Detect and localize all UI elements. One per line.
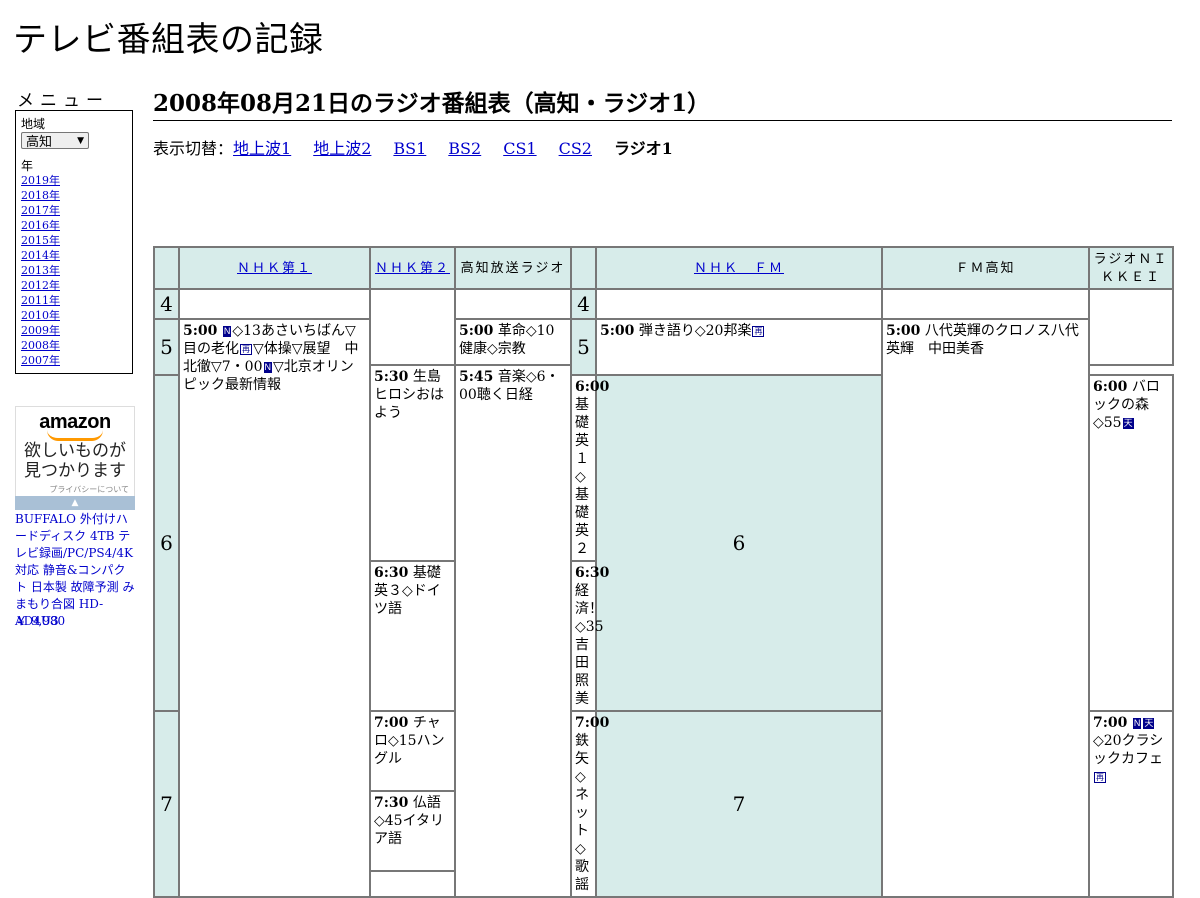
news-mark-icon: N — [1132, 718, 1142, 729]
menu-box: 地域 高知 ▼ 年 2019年 2018年 2017年 2016年 2015年 … — [15, 110, 133, 374]
program-cell-empty — [1088, 288, 1174, 366]
table-row: 4 4 — [153, 288, 1174, 366]
channel-header-rkc: 高知放送ラジオ — [454, 246, 572, 290]
ad-collapse-bar[interactable]: ▲ — [15, 496, 135, 510]
year-link-2016[interactable]: 2016年 — [21, 218, 127, 233]
hour-header-left — [153, 246, 180, 290]
program-rkc-0630[interactable]: 6:30 経済！◇35吉田照美 — [570, 560, 609, 712]
year-link-2018[interactable]: 2018年 — [21, 188, 127, 203]
rerun-mark-icon: 再 — [1094, 772, 1106, 783]
chevron-up-icon: ▲ — [71, 498, 79, 508]
year-label: 年 — [21, 159, 34, 173]
channel-header-nhkfm: ＮＨＫ ＦＭ — [595, 246, 883, 290]
hour-cell-6-right: 6 — [595, 374, 883, 712]
program-nhk2-0600[interactable]: 6:00 基礎英１◇基礎英２ — [570, 374, 609, 562]
weather-mark-icon: 天 — [1122, 418, 1134, 429]
program-fmkochi-0500[interactable]: 5:00 八代英輝のクロノス八代英輝 中田美香 — [881, 318, 1090, 898]
view-switcher: 表示切替：地上波1 地上波2 BS1 BS2 CS1 CS2 ラジオ1 — [153, 135, 673, 159]
amazon-ad[interactable]: amazon 欲しいものが 見つかります プライバシーについて ▲ — [15, 406, 135, 510]
ad-text-line1: 欲しいものが — [24, 441, 126, 460]
program-cell-empty — [881, 288, 1090, 320]
switch-link-terrestrial1[interactable]: 地上波1 — [233, 139, 291, 158]
program-cell-empty — [369, 288, 456, 366]
hour-cell-6: 6 — [153, 374, 180, 712]
year-link-2007[interactable]: 2007年 — [21, 353, 127, 368]
hour-cell-5: 5 — [153, 318, 180, 376]
chevron-down-icon: ▼ — [77, 135, 84, 146]
region-select-value: 高知 — [26, 135, 53, 150]
ad-text-line2: 見つかります — [24, 461, 126, 480]
news-mark-icon: N — [222, 326, 232, 337]
ad-product-price: ￥ 9,980 — [15, 614, 66, 628]
program-nhk2-0730[interactable]: 7:30 仏語◇45イタリア語 — [369, 790, 456, 873]
program-nhk2-0630[interactable]: 6:30 基礎英３◇ドイツ語 — [369, 560, 456, 712]
program-nhk1-0500[interactable]: 5:00 N ◇13あさいちばん▽目の老化再 ▽体操▽展望 中北徹▽7・00 N ▽北京… — [178, 318, 371, 898]
channel-link-nhk2[interactable]: ＮＨＫ第２ — [375, 260, 450, 275]
year-link-2010[interactable]: 2010年 — [21, 308, 127, 323]
year-link-2012[interactable]: 2012年 — [21, 278, 127, 293]
year-link-2014[interactable]: 2014年 — [21, 248, 127, 263]
switch-link-cs2[interactable]: CS2 — [559, 139, 592, 158]
switch-current-radio1: ラジオ1 — [613, 139, 673, 158]
program-nhk2-0700[interactable]: 7:00 チャロ◇15ハングル — [369, 709, 456, 793]
channel-header-nikkei: ラジオＮＩＫＫＥＩ — [1088, 246, 1174, 290]
site-title: テレビ番組表の記録 — [13, 20, 324, 60]
program-rkc-0530[interactable]: 5:30 生島ヒロシおはよう — [369, 364, 456, 562]
year-link-2011[interactable]: 2011年 — [21, 293, 127, 308]
program-cell-empty — [595, 288, 883, 320]
channel-link-nhk1[interactable]: ＮＨＫ第１ — [237, 260, 312, 275]
channel-header-row: ＮＨＫ第１ ＮＨＫ第２ 高知放送ラジオ ＮＨＫ ＦＭ ＦＭ高知 ラジオＮＩＫＫＥ… — [153, 246, 1174, 290]
channel-link-nhkfm[interactable]: ＮＨＫ ＦＭ — [694, 260, 784, 275]
hour-cell-5-right: 5 — [570, 318, 597, 376]
year-link-2009[interactable]: 2009年 — [21, 323, 127, 338]
region-select[interactable]: 高知 ▼ — [21, 132, 89, 150]
program-cell-empty — [454, 288, 572, 320]
hour-cell-7-right: 7 — [595, 710, 883, 898]
hour-cell-4-right: 4 — [570, 288, 597, 320]
switch-link-bs2[interactable]: BS2 — [448, 139, 481, 158]
channel-header-nhk1: ＮＨＫ第１ — [178, 246, 371, 290]
program-fm-0600[interactable]: 6:00 バロックの森◇55 天 — [1088, 374, 1174, 712]
page-title: 2008年08月21日のラジオ番組表（高知・ラジオ1） — [153, 84, 1172, 121]
switch-link-cs1[interactable]: CS1 — [503, 139, 536, 158]
channel-header-nhk2: ＮＨＫ第２ — [369, 246, 456, 290]
year-link-2015[interactable]: 2015年 — [21, 233, 127, 248]
year-link-2008[interactable]: 2008年 — [21, 338, 127, 353]
year-link-2013[interactable]: 2013年 — [21, 263, 127, 278]
weather-mark-icon: 天 — [1143, 718, 1155, 729]
news-mark-icon: N — [263, 362, 272, 373]
program-rkc-0500[interactable]: 5:00 革命◇10健康◇宗教 — [454, 318, 572, 366]
region-label: 地域 — [21, 117, 46, 131]
table-row: 5 5:00 N ◇13あさいちばん▽目の老化再 ▽体操▽展望 中北徹▽7・00 N ▽… — [153, 318, 1173, 898]
rerun-mark-icon: 再 — [752, 326, 765, 337]
switch-label: 表示切替： — [153, 139, 234, 158]
year-list: 2019年 2018年 2017年 2016年 2015年 2014年 2013… — [21, 173, 127, 368]
hour-cell-7: 7 — [153, 710, 180, 898]
program-nikkei-0545[interactable]: 5:45 音楽◇6・00聴く日経 — [454, 364, 572, 898]
year-link-2019[interactable]: 2019年 — [21, 173, 127, 188]
program-cell-empty — [178, 288, 371, 320]
switch-link-terrestrial2[interactable]: 地上波2 — [313, 139, 371, 158]
channel-header-fmkochi: ＦＭ高知 — [881, 246, 1090, 290]
ad-privacy-link[interactable]: プライバシーについて — [49, 484, 129, 495]
switch-link-bs1[interactable]: BS1 — [393, 139, 426, 158]
hour-header-right — [570, 246, 597, 290]
schedule-table: ＮＨＫ第１ ＮＨＫ第２ 高知放送ラジオ ＮＨＫ ＦＭ ＦＭ高知 ラジオＮＩＫＫＥ… — [153, 246, 1174, 898]
program-fm-0500[interactable]: 5:00 弾き語り◇20邦楽再 — [595, 318, 883, 376]
year-link-2017[interactable]: 2017年 — [21, 203, 127, 218]
amazon-logo: amazon — [39, 411, 111, 433]
program-fm-0700[interactable]: 7:00 N 天◇20クラシックカフェ再 — [1088, 710, 1174, 898]
menu-heading: メニュー — [17, 91, 109, 111]
hour-cell-4: 4 — [153, 288, 180, 320]
program-rkc-0700[interactable]: 7:00 鉄矢◇ネット◇歌謡 — [570, 710, 609, 898]
program-cell-empty — [369, 870, 456, 898]
rerun-mark-icon: 再 — [240, 344, 252, 355]
